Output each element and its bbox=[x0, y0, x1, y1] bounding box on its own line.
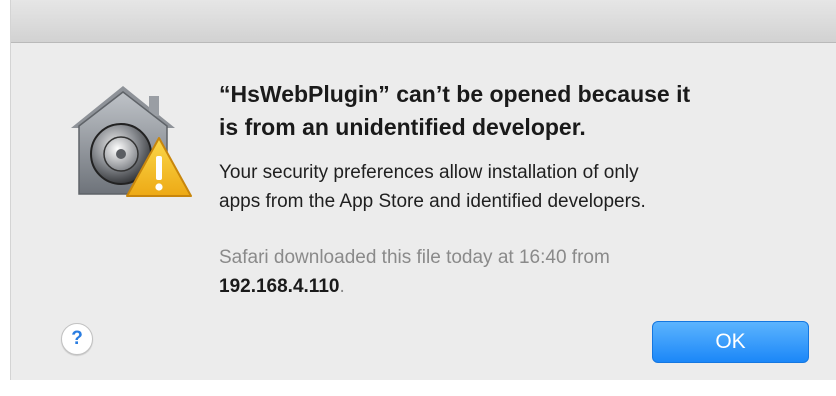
dialog-title: “HsWebPlugin” can’t be opened because it… bbox=[219, 78, 819, 144]
background-strip bbox=[0, 380, 836, 396]
dialog-title-line-1: “HsWebPlugin” can’t be opened because it bbox=[219, 81, 691, 107]
download-source-host: 192.168.4.110 bbox=[219, 276, 340, 297]
download-source-text: Safari downloaded this file today at 16:… bbox=[219, 243, 799, 301]
dialog-title-line-2: is from an unidentified developer. bbox=[219, 114, 586, 140]
download-source-line: Safari downloaded this file today at 16:… bbox=[219, 247, 610, 268]
ok-button[interactable]: OK bbox=[652, 321, 809, 363]
title-bar bbox=[11, 0, 836, 43]
dialog-message-line-1: Your security preferences allow installa… bbox=[219, 162, 639, 183]
help-button[interactable]: ? bbox=[61, 323, 93, 355]
download-source-suffix: . bbox=[339, 276, 345, 297]
alert-dialog: “HsWebPlugin” can’t be opened because it… bbox=[10, 0, 836, 380]
dialog-message-line-2: apps from the App Store and identified d… bbox=[219, 191, 646, 212]
gatekeeper-warning-icon bbox=[63, 76, 203, 206]
dialog-message: Your security preferences allow installa… bbox=[219, 158, 799, 216]
